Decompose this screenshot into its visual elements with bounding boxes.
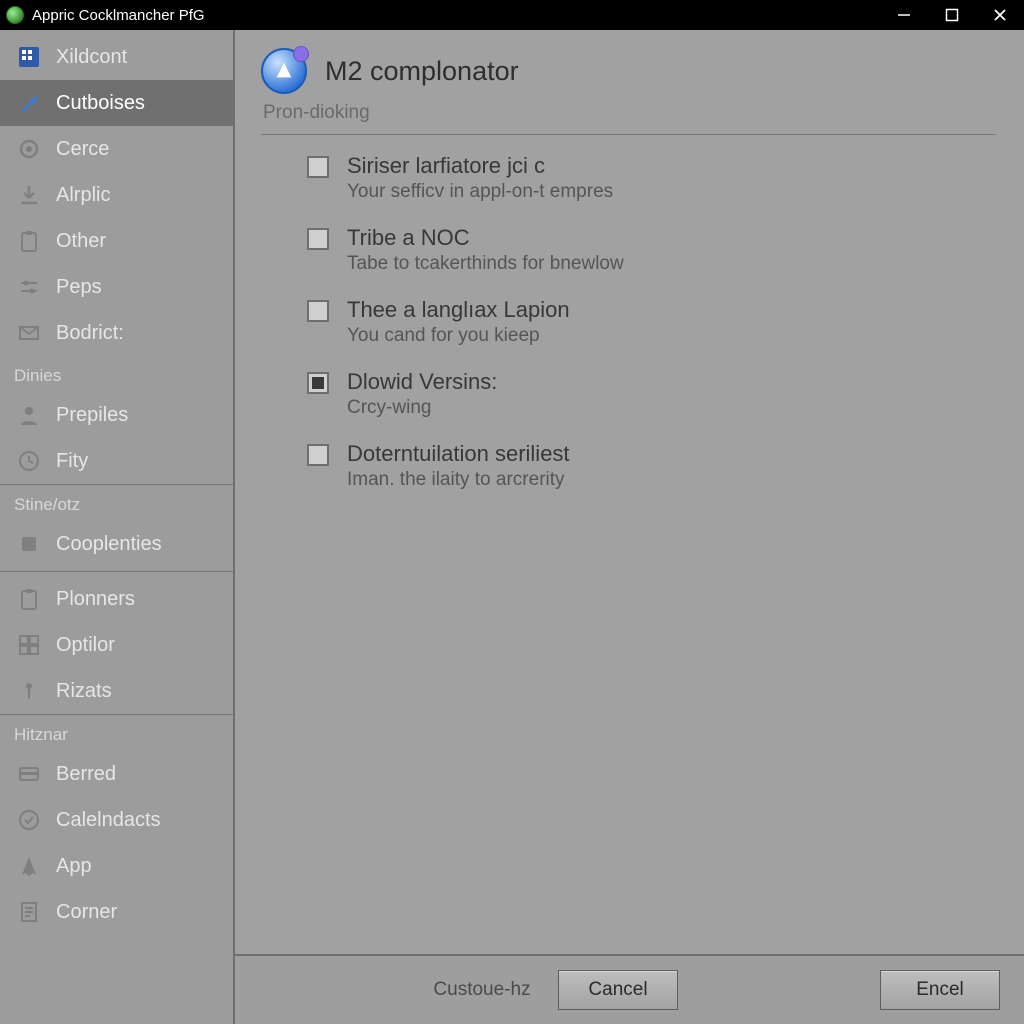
app-icon [6, 6, 24, 24]
sidebar-item-xildcont[interactable]: Xildcont [0, 34, 233, 80]
option-checkbox[interactable] [307, 372, 329, 394]
download-icon [16, 182, 42, 208]
footer: Custoue-hz Cancel Encel [235, 954, 1024, 1024]
sidebar-item-label: Plonners [56, 588, 135, 611]
option-row: Siriser larfiatore jci cYour sefficv in … [307, 153, 996, 203]
sidebar-header-stineotz: Stine/otz [0, 484, 233, 521]
check-circle-icon [16, 807, 42, 833]
sidebar-item-label: Alrplic [56, 184, 110, 207]
maximize-button[interactable] [928, 0, 976, 30]
sidebar-header-hitznar: Hitznar [0, 714, 233, 751]
clipboard-icon [16, 586, 42, 612]
option-title: Dlowid Versins: [347, 369, 497, 395]
minimize-button[interactable] [880, 0, 928, 30]
option-checkbox[interactable] [307, 444, 329, 466]
sliders-icon [16, 274, 42, 300]
sidebar-item-bodrict-[interactable]: Bodrict: [0, 310, 233, 356]
cancel-button[interactable]: Cancel [558, 970, 678, 1010]
pointer-icon [16, 853, 42, 879]
sidebar-item-label: App [56, 855, 92, 878]
wrench-icon [16, 90, 42, 116]
sidebar-item-label: Bodrict: [56, 322, 124, 345]
sidebar: Xildcont Cutboises Cerce Alrplic Other Peps Bo… [0, 30, 235, 1024]
sidebar-separator [0, 571, 233, 572]
option-title: Doterntuilation seriliest [347, 441, 570, 467]
option-row: Tribe a NOCTabe to tcakerthinds for bnew… [307, 225, 996, 275]
sidebar-item-plonners[interactable]: Plonners [0, 576, 233, 622]
mail-icon [16, 320, 42, 346]
sidebar-item-label: Cooplenties [56, 533, 162, 556]
sidebar-item-fity[interactable]: Fity [0, 438, 233, 484]
sidebar-item-optilor[interactable]: Optilor [0, 622, 233, 668]
sidebar-item-label: Other [56, 230, 106, 253]
sidebar-item-cutboises[interactable]: Cutboises [0, 80, 233, 126]
sidebar-header-dinies: Dinies [0, 356, 233, 392]
close-button[interactable] [976, 0, 1024, 30]
sidebar-item-label: Calelndacts [56, 809, 161, 832]
sidebar-item-peps[interactable]: Peps [0, 264, 233, 310]
sidebar-item-berred[interactable]: Berred [0, 751, 233, 797]
option-checkbox[interactable] [307, 228, 329, 250]
sidebar-item-label: Prepiles [56, 404, 128, 427]
sidebar-item-rizats[interactable]: Rizats [0, 668, 233, 714]
content-pane: M2 complonator Pron-dioking Siriser larf… [235, 30, 1024, 1024]
page-title: M2 complonator [325, 56, 519, 87]
sidebar-item-label: Xildcont [56, 46, 127, 69]
window-body: Xildcont Cutboises Cerce Alrplic Other Peps Bo… [0, 30, 1024, 1024]
sidebar-item-cooplenties[interactable]: Cooplenties [0, 521, 233, 567]
option-description: Crcy-wing [347, 397, 497, 419]
grid-icon [16, 44, 42, 70]
clock-icon [16, 448, 42, 474]
option-title: Siriser larfiatore jci c [347, 153, 613, 179]
ok-button[interactable]: Encel [880, 970, 1000, 1010]
sidebar-item-app[interactable]: App [0, 843, 233, 889]
option-row: Dlowid Versins:Crcy-wing [307, 369, 996, 419]
person-icon [16, 402, 42, 428]
sidebar-item-prepiles[interactable]: Prepiles [0, 392, 233, 438]
sidebar-item-label: Cutboises [56, 92, 145, 115]
sidebar-item-corner[interactable]: Corner [0, 889, 233, 935]
sidebar-item-cerce[interactable]: Cerce [0, 126, 233, 172]
sidebar-item-label: Fity [56, 450, 88, 473]
option-row: Thee a langlıax LapionYou cand for you k… [307, 297, 996, 347]
sidebar-item-label: Corner [56, 901, 117, 924]
window-controls [880, 0, 1024, 30]
option-description: Iman. the ilaity to arcrerity [347, 469, 570, 491]
option-description: Your sefficv in appl-on-t empres [347, 181, 613, 203]
option-row: Doterntuilation seriliestIman. the ilait… [307, 441, 996, 491]
sidebar-item-label: Berred [56, 763, 116, 786]
sidebar-item-other[interactable]: Other [0, 218, 233, 264]
option-checkbox[interactable] [307, 300, 329, 322]
sidebar-item-label: Optilor [56, 634, 115, 657]
option-description: Tabe to tcakerthinds for bnewlow [347, 253, 624, 275]
grid2-icon [16, 632, 42, 658]
clipboard-icon [16, 228, 42, 254]
sidebar-item-label: Rizats [56, 680, 112, 703]
sidebar-item-label: Cerce [56, 138, 109, 161]
divider [261, 134, 996, 135]
option-title: Thee a langlıax Lapion [347, 297, 570, 323]
sheet-icon [16, 899, 42, 925]
option-description: You cand for you kieep [347, 325, 570, 347]
sidebar-item-label: Peps [56, 276, 102, 299]
gear-icon [16, 136, 42, 162]
option-title: Tribe a NOC [347, 225, 624, 251]
pin-icon [16, 678, 42, 704]
page-subtitle: Pron-dioking [263, 102, 996, 124]
customize-button[interactable]: Custoue-hz [422, 970, 542, 1010]
sidebar-item-alrplic[interactable]: Alrplic [0, 172, 233, 218]
page-header: M2 complonator [261, 48, 996, 94]
title-bar: Appric Cocklmancher PfG [0, 0, 1024, 30]
square-icon [16, 531, 42, 557]
sidebar-item-calelndacts[interactable]: Calelndacts [0, 797, 233, 843]
window-title: Appric Cocklmancher PfG [32, 7, 880, 24]
page-icon [261, 48, 307, 94]
option-checkbox[interactable] [307, 156, 329, 178]
card-icon [16, 761, 42, 787]
